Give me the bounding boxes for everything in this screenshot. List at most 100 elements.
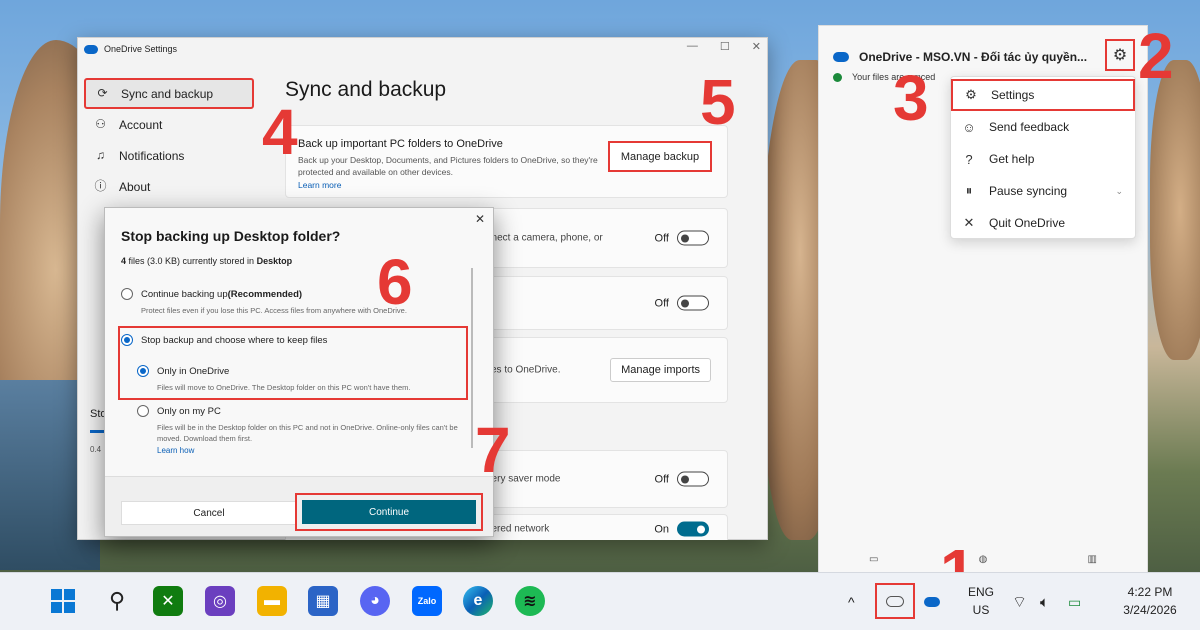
toggle-group: On — [654, 521, 709, 537]
row-text: nnect a camera, phone, or — [486, 232, 603, 244]
step-number: 2 — [1138, 20, 1174, 92]
volume-icon[interactable]: 🔈︎ — [1040, 573, 1049, 630]
edge-icon[interactable]: e — [463, 586, 493, 616]
globe-icon[interactable]: ◍ — [979, 554, 988, 572]
battery-icon[interactable]: ▭ — [1068, 573, 1081, 630]
page-title: Sync and backup — [285, 78, 447, 101]
folder-name: Desktop — [256, 256, 293, 266]
option-label: Continue backing up — [141, 288, 228, 300]
zalo-icon[interactable]: Zalo — [412, 586, 442, 616]
manage-backup-button[interactable]: Manage backup — [608, 141, 712, 172]
settings-nav: ⟳ Sync and backup ⚇ Account ♫ Notificati… — [84, 78, 254, 202]
chevron-down-icon: ⌄ — [1115, 185, 1123, 196]
learn-more-link[interactable]: Learn more — [298, 180, 341, 190]
nav-item-label: Account — [119, 117, 163, 132]
toggle-state: Off — [654, 297, 669, 309]
step-number: 4 — [262, 96, 298, 168]
toggle-state: Off — [654, 232, 669, 244]
option-label: Only in OneDrive — [157, 365, 230, 377]
window-controls: — ☐ ✕ — [687, 40, 761, 53]
backup-description: Back up your Desktop, Documents, and Pic… — [298, 155, 598, 177]
option-description: Files will move to OneDrive. The Desktop… — [157, 383, 411, 392]
spotify-icon[interactable]: ≋ — [515, 586, 545, 616]
option-only-on-my-pc[interactable]: Only on my PC — [137, 405, 221, 417]
lang-region: US — [972, 603, 990, 617]
search-icon[interactable]: ⚲ — [102, 586, 132, 616]
person-icon: ⚇ — [95, 117, 106, 131]
toggle-switch[interactable] — [677, 521, 709, 537]
backup-heading: Back up important PC folders to OneDrive — [298, 138, 503, 150]
toggle-switch[interactable] — [677, 295, 709, 311]
close-icon[interactable]: ✕ — [475, 212, 485, 226]
info-icon: ⓘ — [94, 179, 107, 193]
gear-icon: ⚙ — [965, 87, 977, 102]
toggle-switch[interactable] — [677, 471, 709, 487]
lang-code: ENG — [968, 585, 995, 599]
minimize-button[interactable]: — — [687, 40, 698, 53]
cancel-button[interactable]: Cancel — [121, 501, 297, 525]
close-icon: ✕ — [963, 215, 975, 230]
discord-icon[interactable]: ◕ — [360, 586, 390, 616]
taskbar: ⚲ ✕ ◎ ▬ ▦ ◕ Zalo e ≋ ^ ENG US ⌔ 🔈︎ ▭ 4:2… — [0, 572, 1200, 630]
menu-item-send-feedback[interactable]: ☺ Send feedback — [951, 111, 1135, 143]
stop-backup-dialog: ✕ Stop backing up Desktop folder? 4 file… — [104, 207, 494, 537]
bell-icon: ♫ — [96, 148, 105, 162]
radio-button[interactable] — [121, 288, 133, 300]
cloud-icon — [886, 595, 904, 607]
close-button[interactable]: ✕ — [752, 40, 761, 53]
file-explorer-icon[interactable]: ▬ — [257, 586, 287, 616]
nav-item-account[interactable]: ⚇ Account — [84, 109, 254, 140]
step-number: 7 — [475, 414, 511, 486]
info-text: files (3.0 KB) currently stored in — [126, 256, 257, 266]
clock[interactable]: 4:22 PM 3/24/2026 — [1110, 583, 1190, 619]
dialog-scrollbar[interactable] — [471, 268, 473, 448]
xbox-icon[interactable]: ✕ — [153, 586, 183, 616]
radio-button[interactable] — [137, 405, 149, 417]
language-indicator[interactable]: ENG US — [968, 583, 994, 619]
manage-imports-button[interactable]: Manage imports — [610, 358, 711, 382]
check-icon — [833, 72, 842, 82]
onedrive-tray-icon[interactable] — [875, 583, 915, 619]
step-number: 3 — [893, 62, 929, 134]
radio-button[interactable] — [137, 365, 149, 377]
gear-icon[interactable]: ⚙ — [1105, 39, 1135, 71]
toggle-switch[interactable] — [677, 230, 709, 246]
menu-item-quit-onedrive[interactable]: ✕ Quit OneDrive — [951, 207, 1135, 239]
radio-button[interactable] — [121, 334, 133, 346]
continue-button[interactable]: Continue — [302, 500, 476, 524]
windows-start-icon[interactable] — [48, 586, 78, 616]
date: 3/24/2026 — [1123, 603, 1177, 617]
menu-item-pause-syncing[interactable]: ⏸ Pause syncing ⌄ — [951, 175, 1135, 207]
chevron-up-icon[interactable]: ^ — [848, 573, 855, 630]
option-description: Protect files even if you lose this PC. … — [141, 306, 407, 315]
nav-item-about[interactable]: ⓘ About — [84, 171, 254, 202]
option-description: Files will be in the Desktop folder on t… — [157, 423, 458, 443]
maximize-button[interactable]: ☐ — [720, 40, 730, 53]
settings-menu: ⚙ Settings ☺ Send feedback ? Get help ⏸ … — [950, 76, 1136, 239]
learn-how-link[interactable]: Learn how — [157, 446, 194, 455]
dialog-footer: Cancel Continue — [105, 476, 493, 536]
toggle-group: Off — [654, 471, 709, 487]
menu-item-label: Pause syncing — [989, 184, 1068, 198]
nav-item-notifications[interactable]: ♫ Notifications — [84, 140, 254, 171]
option-only-in-onedrive[interactable]: Only in OneDrive — [137, 365, 229, 377]
wifi-icon[interactable]: ⌔ — [1012, 573, 1027, 630]
storage-bar — [90, 430, 104, 433]
menu-item-get-help[interactable]: ? Get help — [951, 143, 1135, 175]
option-continue-backing-up[interactable]: Continue backing up (Recommended) — [121, 288, 302, 300]
nav-item-label: Sync and backup — [121, 86, 214, 101]
store-icon[interactable]: ▦ — [308, 586, 338, 616]
recommended-label: (Recommended) — [227, 288, 303, 300]
menu-item-settings[interactable]: ⚙ Settings — [951, 79, 1135, 111]
time: 4:22 PM — [1127, 585, 1173, 599]
nav-item-sync-and-backup[interactable]: ⟳ Sync and backup — [84, 78, 254, 109]
highlight-frame: Continue — [295, 493, 483, 531]
folder-icon[interactable]: ▭ — [869, 554, 878, 572]
option-stop-backup[interactable]: Stop backup and choose where to keep fil… — [121, 334, 327, 346]
copilot-icon[interactable]: ◎ — [205, 586, 235, 616]
nav-item-label: About — [119, 179, 151, 194]
sync-icon: ⟳ — [97, 86, 108, 100]
toggle-state: Off — [654, 473, 669, 485]
onedrive-blue-icon[interactable] — [924, 573, 940, 630]
trash-icon[interactable]: ▥ — [1087, 554, 1096, 572]
